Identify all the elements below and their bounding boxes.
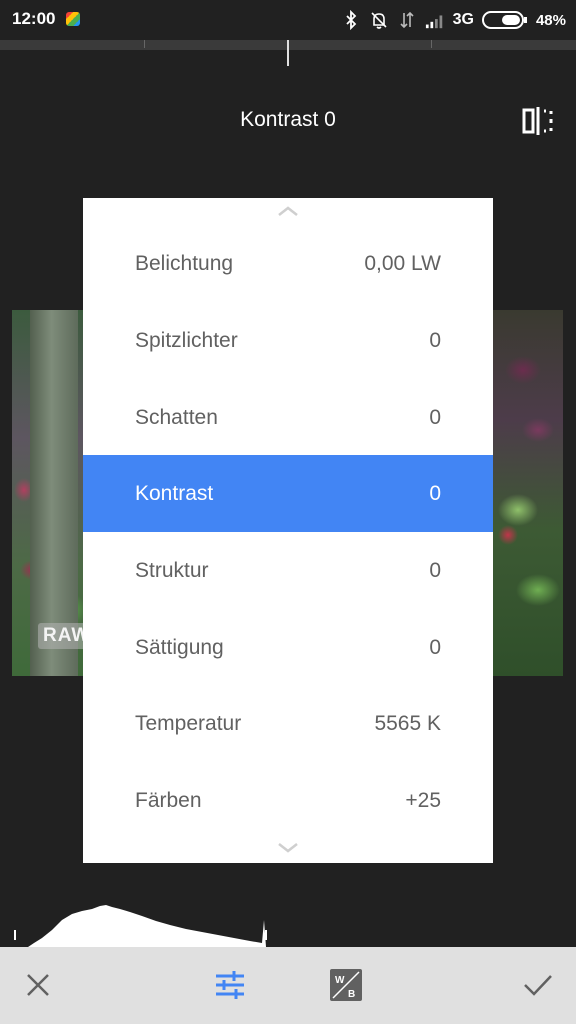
menu-item-label: Sättigung xyxy=(135,636,224,659)
compare-icon[interactable] xyxy=(522,106,554,136)
adjustment-menu: Belichtung 0,00 LW Spitzlichter 0 Schatt… xyxy=(83,198,493,863)
menu-item-faerben[interactable]: Färben +25 xyxy=(83,762,493,839)
slider-indicator[interactable] xyxy=(287,40,289,66)
svg-text:W: W xyxy=(335,975,345,986)
menu-item-label: Färben xyxy=(135,789,202,812)
menu-item-saettigung[interactable]: Sättigung 0 xyxy=(83,609,493,686)
close-icon xyxy=(27,974,49,996)
white-balance-button[interactable]: W B xyxy=(328,967,364,1003)
battery-percent: 48% xyxy=(535,11,566,29)
battery-icon xyxy=(481,11,527,29)
adjustment-slider[interactable] xyxy=(0,40,576,66)
menu-item-value: 5565 K xyxy=(374,712,441,735)
menu-item-label: Spitzlichter xyxy=(135,329,238,352)
data-arrows-icon xyxy=(400,11,414,29)
menu-item-label: Belichtung xyxy=(135,252,234,275)
menu-item-schatten[interactable]: Schatten 0 xyxy=(83,379,493,456)
slider-tick xyxy=(431,40,432,48)
white-balance-icon: W B xyxy=(330,969,362,1001)
menu-item-belichtung[interactable]: Belichtung 0,00 LW xyxy=(83,225,493,302)
histogram xyxy=(14,905,267,947)
svg-text:B: B xyxy=(348,989,355,1000)
status-icons: 3G 48% xyxy=(341,8,566,32)
menu-item-label: Struktur xyxy=(135,559,209,582)
status-time: 12:00 xyxy=(12,9,56,28)
adjust-button[interactable] xyxy=(212,967,248,1003)
app-icon xyxy=(66,12,80,26)
menu-item-label: Schatten xyxy=(135,406,218,429)
menu-item-value: 0 xyxy=(429,636,441,659)
page-title: Kontrast 0 xyxy=(240,108,336,131)
menu-item-value: 0 xyxy=(429,482,441,505)
photo-preview-left: RAW xyxy=(12,310,92,676)
menu-item-value: +25 xyxy=(405,789,441,812)
notifications-off-icon xyxy=(371,12,387,29)
apply-button[interactable] xyxy=(520,967,556,1003)
menu-item-struktur[interactable]: Struktur 0 xyxy=(83,532,493,609)
cancel-button[interactable] xyxy=(20,967,56,1003)
sliders-icon xyxy=(216,971,244,999)
photo-detail xyxy=(30,310,78,676)
menu-item-value: 0,00 LW xyxy=(364,252,441,275)
menu-item-kontrast[interactable]: Kontrast 0 xyxy=(83,455,493,532)
menu-item-label: Kontrast xyxy=(135,482,214,505)
status-bar: 12:00 3G 48% xyxy=(0,0,576,40)
menu-item-spitzlichter[interactable]: Spitzlichter 0 xyxy=(83,302,493,379)
menu-item-temperatur[interactable]: Temperatur 5565 K xyxy=(83,685,493,762)
menu-item-value: 0 xyxy=(429,559,441,582)
network-type: 3G xyxy=(452,11,474,28)
photo-preview-right xyxy=(493,310,563,676)
menu-item-label: Temperatur xyxy=(135,712,242,735)
bottom-toolbar: W B xyxy=(0,947,576,1024)
signal-icon xyxy=(425,15,442,29)
menu-item-value: 0 xyxy=(429,329,441,352)
menu-item-value: 0 xyxy=(429,406,441,429)
chevron-up-icon[interactable] xyxy=(276,204,300,218)
check-icon xyxy=(524,975,552,996)
chevron-down-icon[interactable] xyxy=(276,841,300,855)
bluetooth-icon xyxy=(345,10,356,30)
slider-tick xyxy=(144,40,145,48)
